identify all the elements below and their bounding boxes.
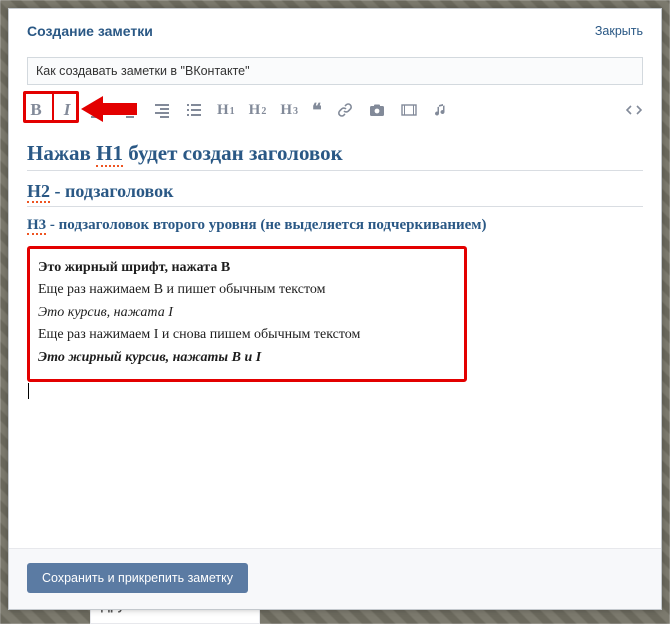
- editor-content-area[interactable]: Нажав H1 будет создан заголовок H2 - под…: [27, 135, 643, 539]
- photo-button[interactable]: [368, 101, 386, 119]
- content-para-bolditalic: Это жирный курсив, нажаты B и I: [38, 347, 456, 369]
- html-button[interactable]: [625, 101, 643, 119]
- heading2-button[interactable]: H2: [249, 102, 267, 119]
- modal-title: Создание заметки: [27, 23, 153, 39]
- quote-button[interactable]: ❝: [312, 100, 322, 121]
- note-title-field-wrapper: [27, 57, 643, 85]
- content-h2: H2 - подзаголовок: [27, 171, 643, 207]
- video-button[interactable]: [400, 101, 418, 119]
- content-h3: H3 - подзаголовок второго уровня (не выд…: [27, 207, 643, 238]
- align-center-button[interactable]: [121, 101, 139, 119]
- save-button[interactable]: Сохранить и прикрепить заметку: [27, 563, 248, 593]
- link-button[interactable]: [336, 101, 354, 119]
- italic-button[interactable]: I: [59, 101, 75, 119]
- list-button[interactable]: [185, 101, 203, 119]
- modal-footer: Сохранить и прикрепить заметку: [9, 548, 661, 609]
- heading1-button[interactable]: H1: [217, 102, 235, 119]
- close-button[interactable]: Закрыть: [595, 24, 643, 38]
- align-right-button[interactable]: [153, 101, 171, 119]
- content-h1: Нажав H1 будет создан заголовок: [27, 135, 643, 171]
- heading3-button[interactable]: H3: [280, 102, 298, 119]
- modal-header: Создание заметки Закрыть: [9, 9, 661, 49]
- note-editor-modal: Создание заметки Закрыть B I H1 H2 H3 ❝: [8, 8, 662, 610]
- content-para-normal-1: Еще раз нажимаем В и пишет обычным текст…: [38, 279, 456, 301]
- text-caret: [28, 383, 29, 399]
- toolbar: B I H1 H2 H3 ❝: [27, 95, 643, 125]
- content-para-bold: Это жирный шрифт, нажата B: [38, 257, 456, 279]
- bold-button[interactable]: B: [27, 101, 45, 119]
- align-left-button[interactable]: [89, 101, 107, 119]
- note-title-input[interactable]: [27, 57, 643, 85]
- audio-button[interactable]: [432, 101, 450, 119]
- content-para-italic: Это курсив, нажата I: [38, 302, 456, 324]
- content-para-normal-2: Еще раз нажимаем I и снова пишем обычным…: [38, 324, 456, 346]
- annotation-red-box-body: Это жирный шрифт, нажата B Еще раз нажим…: [27, 246, 467, 382]
